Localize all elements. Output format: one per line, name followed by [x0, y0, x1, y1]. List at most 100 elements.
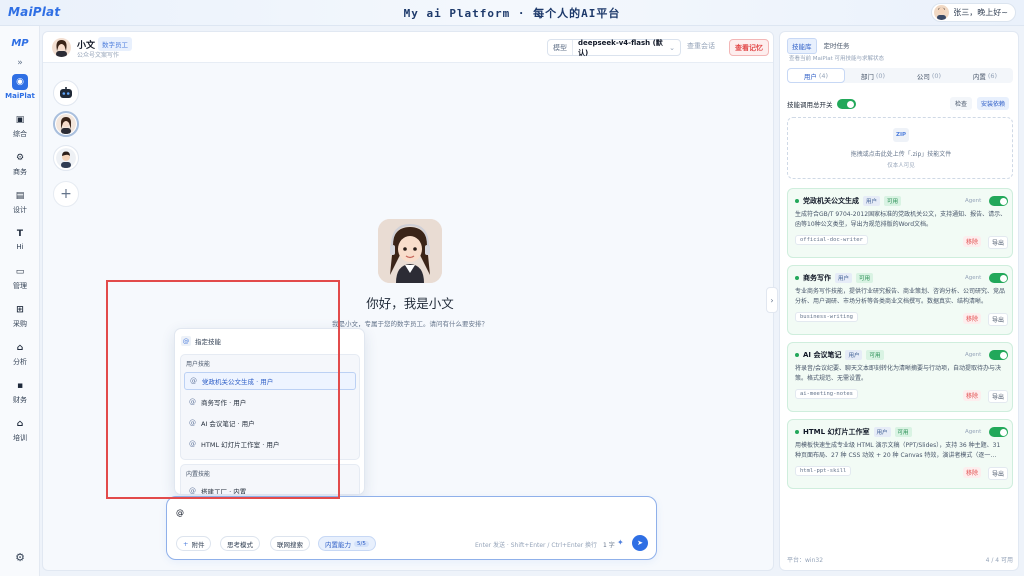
nav-item-label: 综合: [13, 130, 27, 138]
platform-title: My ai Platform · 每个人的AI平台: [403, 7, 621, 20]
panel-footer: 平台：win32 4 / 4 可用: [787, 555, 1013, 564]
remove-skill-button[interactable]: 移除: [963, 236, 982, 247]
tab-skill-library[interactable]: 技能库: [787, 38, 817, 54]
check-button[interactable]: 检查: [950, 97, 973, 110]
zip-upload-dropzone[interactable]: ZIP 拖拽或点击此处上传「.zip」技能文件 仅本人可见: [787, 117, 1013, 179]
plus-icon: +: [183, 539, 189, 548]
agent-label: Agent: [965, 198, 982, 204]
chat-main: 小文 数字员工 公众号文案写作 模型 deepseek-v4-flash (默认…: [42, 31, 774, 571]
skill-card-title-row: 商务写作 用户 可用: [795, 273, 874, 283]
nav-item-design[interactable]: ▤ 设计: [0, 189, 40, 225]
nav-item-business[interactable]: ⚙ 商务: [0, 151, 40, 187]
send-button[interactable]: ➤: [632, 535, 648, 551]
model-select[interactable]: 模型 deepseek-v4-flash (默认) ⌄: [547, 39, 681, 57]
nav-item-manage[interactable]: ▭ 管理: [0, 265, 40, 301]
nav-item-label: 分析: [13, 358, 27, 366]
nav-item-hi[interactable]: T Hi: [0, 227, 40, 263]
add-agent-icon[interactable]: +: [53, 181, 79, 207]
scope-tag: 用户: [863, 196, 881, 206]
settings-icon[interactable]: ⚙: [0, 551, 40, 564]
nav-item-training[interactable]: ⌂ 培训: [0, 417, 40, 453]
attach-button[interactable]: + 附件: [176, 536, 212, 551]
message-input[interactable]: [176, 505, 646, 519]
document-icon: ▤: [15, 191, 25, 201]
nav-item-analysis[interactable]: ⌂ 分析: [0, 341, 40, 377]
export-skill-button[interactable]: 导出: [988, 390, 1009, 403]
robot-agent-switch[interactable]: [53, 80, 79, 106]
view-memory-button[interactable]: 查看记忆: [729, 39, 769, 56]
skill-option[interactable]: @ 党政机关公文生成 · 用户: [184, 372, 356, 390]
nav-item-label: MaiPlat: [5, 92, 35, 100]
skill-option-label: HTML 幻灯片工作室 · 用户: [201, 441, 280, 449]
top-header: MaiPlat My ai Platform · 每个人的AI平台 张三，晚上好…: [0, 0, 1024, 26]
scope-tab-company[interactable]: 公司 (0): [901, 68, 957, 83]
builtin-skills-group: 内置技能 @ 搭建工厂 · 内置: [180, 464, 360, 494]
nav-collapse-icon[interactable]: »: [0, 58, 40, 68]
remove-skill-button[interactable]: 移除: [963, 390, 982, 401]
master-switch-toggle[interactable]: [836, 99, 856, 109]
skill-option[interactable]: @ 商务写作 · 用户: [184, 393, 356, 411]
skill-toggle[interactable]: [989, 196, 1008, 206]
scope-tab-department[interactable]: 部门 (0): [845, 68, 901, 83]
skills-panel: 技能库 定时任务 查看当前 MaiPlat 可用技能与求解状态 用户 (4) 部门…: [779, 31, 1019, 571]
status-dot: [795, 199, 799, 203]
available-tag: 可用: [856, 273, 874, 283]
agent-switch-xiaowen[interactable]: [53, 111, 79, 137]
agent-label: Agent: [965, 352, 982, 358]
char-count: 1 字: [603, 542, 615, 549]
builtin-capability-button[interactable]: 内置能力 5/5: [318, 536, 376, 551]
skill-toggle[interactable]: [989, 427, 1008, 437]
skill-toggle[interactable]: [989, 273, 1008, 283]
at-icon: @: [190, 377, 197, 385]
skill-code: business-writing: [795, 312, 858, 322]
skill-option[interactable]: @ HTML 幻灯片工作室 · 用户: [184, 435, 356, 453]
popup-header: @ 指定技能: [181, 334, 221, 348]
skill-option[interactable]: @ AI 会议笔记 · 用户: [184, 414, 356, 432]
attach-label: 附件: [191, 540, 205, 549]
remove-skill-button[interactable]: 移除: [963, 467, 982, 478]
left-nav: MP » ◉ MaiPlat ▣ 综合 ⚙ 商务 ▤ 设计 T Hi ▭ 管理 …: [0, 26, 40, 576]
nav-item-label: Hi: [16, 243, 24, 251]
skill-code: ai-meeting-notes: [795, 389, 858, 399]
window-icon: ▭: [15, 267, 25, 277]
tab-scheduled-tasks[interactable]: 定时任务: [820, 38, 854, 54]
install-deps-button[interactable]: 安装依赖: [977, 97, 1010, 110]
upload-subtitle: 仅本人可见: [887, 163, 915, 169]
available-tag: 可用: [894, 427, 912, 437]
panel-collapse-chevron-icon[interactable]: ›: [766, 287, 778, 313]
user-menu[interactable]: 张三，晚上好~: [931, 3, 1016, 22]
export-skill-button[interactable]: 导出: [988, 467, 1009, 480]
skill-toggle[interactable]: [989, 350, 1008, 360]
think-mode-button[interactable]: 思考模式: [220, 536, 260, 551]
status-dot: [795, 276, 799, 280]
scope-tab-label: 部门: [860, 72, 874, 81]
panel-tabs: 技能库 定时任务: [787, 38, 854, 54]
nav-brand-logo[interactable]: MP: [0, 38, 40, 49]
skill-option[interactable]: @ 搭建工厂 · 内置: [184, 482, 356, 494]
skill-title: 商务写作: [803, 274, 831, 282]
available-tag: 可用: [884, 196, 902, 206]
skill-title: 党政机关公文生成: [803, 197, 859, 205]
nav-item-finance[interactable]: ▪ 财务: [0, 379, 40, 415]
export-skill-button[interactable]: 导出: [988, 236, 1009, 249]
scope-tab-builtin[interactable]: 内置 (6): [957, 68, 1013, 83]
nav-item-general[interactable]: ▣ 综合: [0, 113, 40, 149]
web-search-button[interactable]: 联网搜索: [270, 536, 310, 551]
at-icon: @: [189, 398, 196, 406]
review-session-button[interactable]: 查重会话: [687, 41, 715, 51]
cart-icon: ⊞: [16, 305, 24, 315]
message-composer: +附件 思考模式 联网搜索 内置能力5/5 Enter 发送 · Shift+E…: [166, 496, 657, 560]
sparkle-icon[interactable]: ✦: [617, 538, 624, 547]
export-skill-button[interactable]: 导出: [988, 313, 1009, 326]
skill-description: 专业商务写作技能，提供行业研究报告、商业策划、咨询分析、公司研究、竞品分析、用户…: [795, 288, 1006, 305]
nav-item-maiplat[interactable]: ◉ MaiPlat: [0, 74, 40, 110]
panel-tip: 查看当前 MaiPlat 可用技能与求解状态: [789, 56, 885, 62]
skill-option-label: 党政机关公文生成 · 用户: [202, 378, 274, 386]
remove-skill-button[interactable]: 移除: [963, 313, 982, 324]
skill-card: AI 会议笔记 用户 可用 Agent 将录音/会议纪要、聊天文本即刻转化为清晰摘要…: [787, 342, 1013, 412]
male-agent-avatar: [56, 148, 76, 168]
home-icon: ⌂: [16, 343, 24, 353]
nav-item-purchase[interactable]: ⊞ 采购: [0, 303, 40, 339]
scope-tab-user[interactable]: 用户 (4): [787, 68, 845, 83]
agent-switch-male[interactable]: [53, 145, 79, 171]
